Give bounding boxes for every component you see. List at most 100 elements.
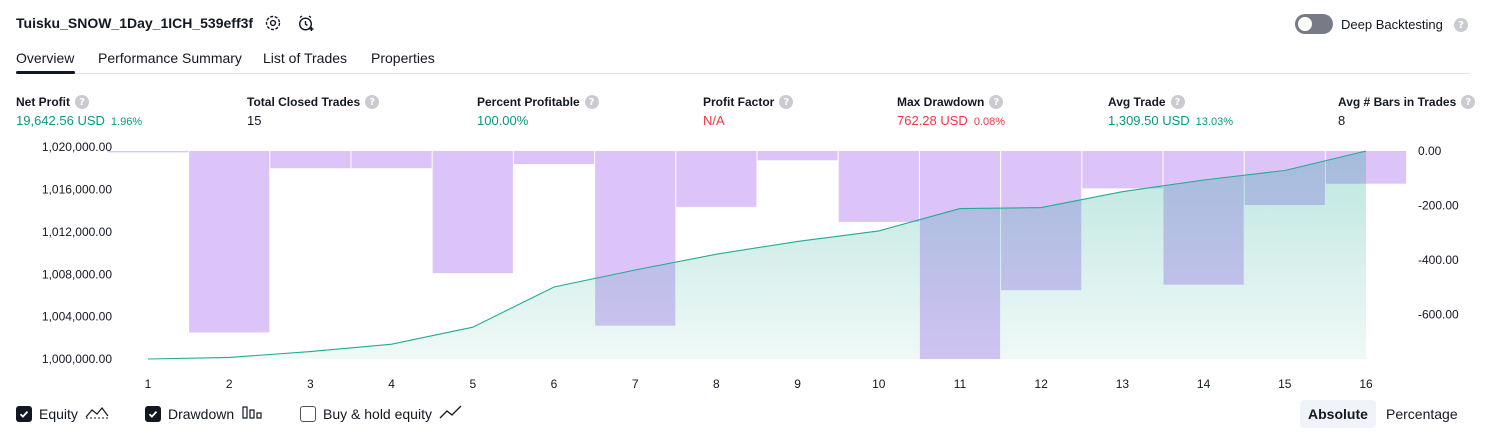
legend-drawdown-label: Drawdown: [168, 405, 235, 422]
metric-avg-trade-value: 1,309.50 USD 13.03%: [1108, 113, 1233, 128]
drawdown-bar: [432, 151, 513, 274]
metric-avg-bars-value: 8: [1338, 113, 1345, 128]
drawdown-bar: [270, 151, 351, 169]
drawdown-bar: [351, 151, 432, 169]
deep-backtesting-label: Deep Backtesting: [1341, 17, 1443, 32]
metric-max-drawdown-label: Max Drawdown?: [897, 95, 1004, 109]
drawdown-bar: [189, 151, 270, 333]
legend-buy-hold[interactable]: Buy & hold equity: [300, 404, 463, 423]
help-icon[interactable]: ?: [989, 95, 1004, 109]
left-axis-tick-label: 1,012,000.00: [42, 225, 112, 239]
alarm-clock-plus-icon[interactable]: [296, 13, 316, 33]
buy-hold-line-icon: [439, 404, 463, 423]
tab-performance-summary[interactable]: Performance Summary: [98, 50, 242, 66]
metric-label: Net Profit: [16, 95, 70, 109]
metric-percent: 1.96%: [110, 116, 143, 128]
metric-net-profit-value: 19,642.56 USD 1.96%: [16, 113, 142, 128]
equity-drawdown-chart[interactable]: 1,020,000.00 1,016,000.00 1,012,000.00 1,00…: [0, 135, 1486, 397]
x-axis-tick-label: 10: [872, 377, 886, 391]
drawdown-checkbox[interactable]: [145, 405, 161, 422]
legend-equity[interactable]: Equity: [16, 404, 109, 423]
metric-profit-factor-value: N/A: [703, 113, 725, 128]
metric-value: 1,309.50 USD: [1108, 113, 1190, 128]
metric-label: Percent Profitable: [477, 95, 580, 109]
help-icon[interactable]: ?: [584, 95, 599, 109]
metric-value: 19,642.56 USD: [16, 113, 105, 128]
tab-properties[interactable]: Properties: [371, 50, 435, 66]
metric-total-closed-trades-value: 15: [247, 113, 261, 128]
gear-icon[interactable]: [263, 13, 283, 33]
tabs-divider: [16, 73, 1470, 74]
right-axis-tick-label: -400.00: [1418, 253, 1459, 267]
metric-avg-bars-label: Avg # Bars in Trades?: [1338, 95, 1476, 109]
x-axis-tick-label: 5: [469, 377, 476, 391]
help-icon[interactable]: ?: [1170, 95, 1185, 109]
legend-drawdown[interactable]: Drawdown: [145, 404, 263, 423]
strategy-title: Tuisku_SNOW_1Day_1ICH_539eff3f: [16, 15, 254, 31]
metric-value: 8: [1338, 113, 1346, 128]
x-axis-tick-label: 7: [632, 377, 639, 391]
absolute-button[interactable]: Absolute: [1300, 400, 1376, 428]
x-axis-tick-label: 13: [1116, 377, 1130, 391]
x-axis-tick-label: 12: [1035, 377, 1049, 391]
x-axis-tick-label: 2: [226, 377, 233, 391]
x-axis-tick-label: 8: [713, 377, 720, 391]
right-axis-tick-label: 0.00: [1418, 144, 1442, 158]
deep-backtesting-toggle[interactable]: [1295, 14, 1333, 34]
x-axis-tick-label: 6: [551, 377, 558, 391]
drawdown-bar: [838, 151, 919, 222]
help-icon[interactable]: ?: [365, 95, 380, 109]
x-axis-tick-label: 9: [794, 377, 801, 391]
tab-overview[interactable]: Overview: [16, 50, 74, 66]
drawdown-bar: [513, 151, 595, 165]
x-axis-tick-label: 4: [388, 377, 395, 391]
left-axis-tick-label: 1,020,000.00: [42, 140, 112, 154]
equity-line-icon: [85, 404, 109, 423]
metric-profit-factor-label: Profit Factor?: [703, 95, 794, 109]
metric-avg-trade-label: Avg Trade?: [1108, 95, 1185, 109]
metric-label: Avg # Bars in Trades: [1338, 95, 1457, 109]
drawdown-bar: [757, 151, 838, 161]
left-axis-tick-label: 1,008,000.00: [42, 267, 112, 281]
percentage-button[interactable]: Percentage: [1378, 400, 1466, 428]
x-axis-tick-label: 16: [1359, 377, 1373, 391]
equity-checkbox[interactable]: [16, 405, 32, 422]
metric-label: Avg Trade: [1108, 95, 1166, 109]
right-axis-tick-label: -600.00: [1418, 308, 1459, 322]
x-axis-tick-label: 11: [954, 377, 967, 391]
metric-total-closed-trades-label: Total Closed Trades?: [247, 95, 380, 109]
metric-max-drawdown-value: 762.28 USD 0.08%: [897, 113, 1005, 128]
metric-percent-profitable-label: Percent Profitable?: [477, 95, 599, 109]
left-axis-tick-label: 1,004,000.00: [42, 310, 112, 324]
help-icon[interactable]: ?: [75, 95, 89, 109]
metric-label: Max Drawdown: [897, 95, 985, 109]
help-icon[interactable]: ?: [779, 95, 794, 109]
drawdown-bars-icon: [241, 404, 263, 423]
metric-percent-profitable-value: 100.00%: [477, 113, 528, 128]
right-axis-tick-label: -200.00: [1418, 199, 1459, 213]
active-tab-indicator: [16, 71, 75, 74]
drawdown-bar: [676, 151, 757, 207]
help-icon[interactable]: ?: [1461, 95, 1476, 109]
legend-equity-label: Equity: [39, 405, 78, 422]
x-axis-tick-label: 1: [145, 377, 152, 391]
buy-hold-checkbox[interactable]: [300, 405, 316, 422]
metric-percent: 13.03%: [1195, 116, 1233, 128]
metric-value: 762.28 USD: [897, 113, 968, 128]
metric-label: Total Closed Trades: [247, 95, 361, 109]
metric-value: 100.00%: [477, 113, 529, 128]
x-axis-tick-label: 3: [307, 377, 314, 391]
metric-value: 15: [247, 113, 262, 128]
x-axis-tick-label: 14: [1197, 377, 1211, 391]
x-axis-tick-label: 15: [1278, 377, 1292, 391]
metric-label: Profit Factor: [703, 95, 775, 109]
left-axis-tick-label: 1,016,000.00: [42, 183, 112, 197]
metric-net-profit-label: Net Profit?: [16, 95, 89, 109]
help-icon[interactable]: ?: [1454, 18, 1468, 32]
metric-value: N/A: [703, 113, 725, 128]
legend-buy-hold-label: Buy & hold equity: [323, 405, 432, 422]
tab-list-of-trades[interactable]: List of Trades: [263, 50, 347, 66]
metric-percent: 0.08%: [973, 116, 1006, 128]
left-axis-tick-label: 1,000,000.00: [42, 352, 112, 366]
drawdown-bar: [1082, 151, 1163, 189]
